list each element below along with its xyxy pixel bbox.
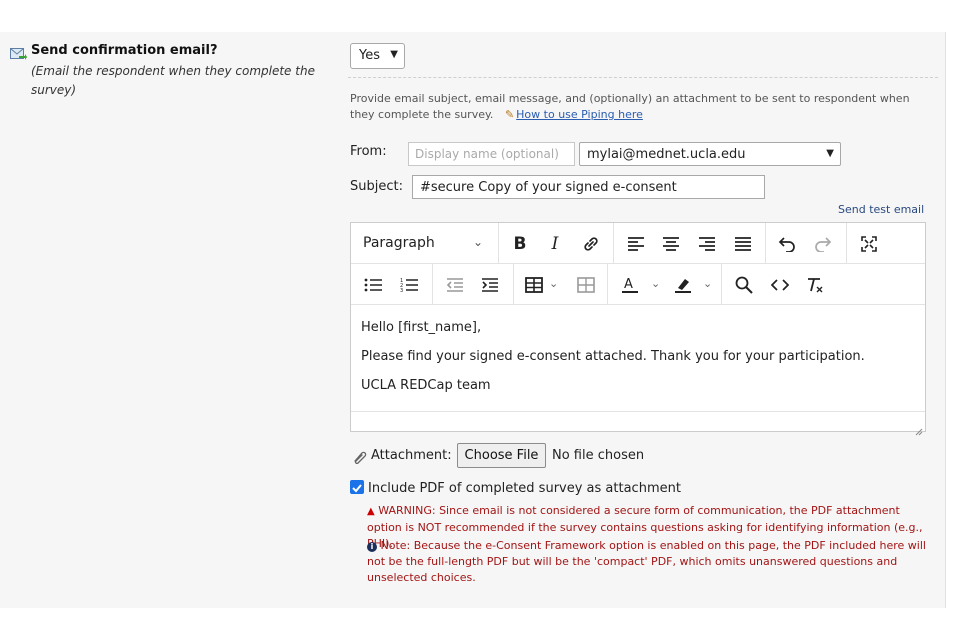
fullscreen-icon[interactable] [856,231,882,257]
include-pdf-checkbox[interactable] [350,480,364,494]
info-icon: i [367,542,377,552]
select-value: Yes [359,48,380,63]
body-line: Please find your signed e-consent attach… [361,349,865,364]
subject-input[interactable]: #secure Copy of your signed e-consent [412,175,765,199]
chevron-down-icon[interactable]: ⌄ [703,277,712,290]
source-code-icon[interactable] [767,272,793,298]
svg-text:3: 3 [400,288,403,293]
highlight-color-icon[interactable] [670,272,696,298]
body-line: UCLA REDCap team [361,378,491,393]
display-name-input[interactable]: Display name (optional) [408,142,575,166]
piping-help-link[interactable]: How to use Piping here [516,108,643,121]
editor-toolbar-row-2: 123 ⌄ A ⌄ ⌄ [351,264,925,305]
svg-text:A: A [624,277,633,292]
email-arrow-icon [10,46,27,61]
editor-toolbar-row-1: Paragraph ⌄ B I [351,223,925,264]
link-icon[interactable] [578,231,604,257]
from-address-select[interactable]: mylai@mednet.ucla.edu ▼ [579,142,841,166]
file-status: No file chosen [552,448,645,463]
search-icon[interactable] [731,272,757,298]
body-line: Hello [first_name], [361,320,482,335]
note-text: Note: Because the e-Consent Framework op… [367,539,926,584]
chevron-down-icon: ▼ [390,49,398,60]
email-instructions: Provide email subject, email message, an… [350,91,930,123]
divider [348,77,938,78]
question-title: Send confirmation email? [31,43,218,58]
pencil-icon: ✎ [504,108,515,121]
block-format-value: Paragraph [363,235,435,251]
chevron-down-icon[interactable]: ⌄ [549,277,558,290]
send-test-email-link[interactable]: Send test email [838,203,924,216]
chevron-down-icon: ⌄ [473,235,484,249]
chevron-down-icon[interactable]: ⌄ [651,277,660,290]
redo-icon[interactable] [810,231,836,257]
warning-icon: ▲ [367,506,375,517]
align-center-icon[interactable] [658,231,684,257]
align-left-icon[interactable] [623,231,649,257]
choose-file-button[interactable]: Choose File [457,443,546,468]
editor-content[interactable]: Hello [first_name], Please find your sig… [361,319,865,406]
table-icon[interactable] [521,272,547,298]
paperclip-icon [352,449,368,468]
align-right-icon[interactable] [694,231,720,257]
resize-handle-icon[interactable] [915,421,923,436]
italic-icon[interactable]: I [542,231,568,257]
numbered-list-icon[interactable]: 123 [396,272,422,298]
rich-text-editor: Paragraph ⌄ B I 1 2 3 ⌄ A ⌄ ⌄ Hello [fir… [350,222,926,436]
pdf-note: i Note: Because the e-Consent Framework … [367,538,937,586]
align-justify-icon[interactable] [730,231,756,257]
text-color-icon[interactable]: A [617,272,643,298]
from-label: From: [350,144,387,159]
chevron-down-icon: ▼ [826,148,834,159]
include-pdf-label[interactable]: Include PDF of completed survey as attac… [368,481,681,496]
question-subtitle: (Email the respondent when they complete… [31,64,315,97]
from-address-value: mylai@mednet.ucla.edu [587,147,746,162]
undo-icon[interactable] [774,231,800,257]
subject-label: Subject: [350,179,403,194]
bold-icon[interactable]: B [507,231,533,257]
confirmation-email-select[interactable]: Yes ▼ [350,43,405,69]
editor-status-bar [351,411,925,436]
bullet-list-icon[interactable] [360,272,386,298]
table-props-icon[interactable] [573,272,599,298]
indent-icon[interactable] [477,272,503,298]
clear-formatting-icon[interactable] [802,272,828,298]
attachment-label: Attachment: [371,448,452,463]
outdent-icon[interactable] [442,272,468,298]
